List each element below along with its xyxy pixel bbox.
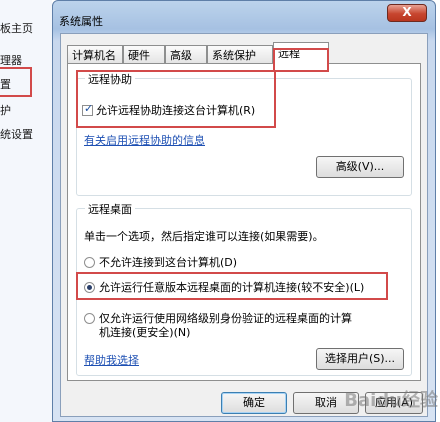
dialog-client-area: 计算机名 硬件 高级 系统保护 远程 远程协助 ✓ 允许远程协助连接这台计算机(R…: [60, 33, 428, 417]
remote-tab-page: 远程协助 ✓ 允许远程协助连接这台计算机(R) 有关启用远程协助的信息 高级(V)…: [67, 63, 421, 381]
allow-remote-assistance-label: 允许远程协助连接这台计算机(R): [96, 104, 256, 117]
select-users-button[interactable]: 选择用户(S)...: [316, 348, 404, 370]
radio-allow-any-label: 允许运行任意版本远程桌面的计算机连接(较不安全)(L): [99, 281, 365, 294]
check-icon: ✓: [84, 102, 94, 115]
help-me-choose-link[interactable]: 帮助我选择: [84, 352, 139, 368]
sidebar-item-device-manager[interactable]: 理器: [0, 52, 22, 68]
tab-computer-name[interactable]: 计算机名: [67, 45, 123, 64]
tab-system-protection[interactable]: 系统保护: [207, 45, 273, 64]
allow-remote-assistance-checkbox[interactable]: ✓ 允许远程协助连接这台计算机(R): [82, 102, 255, 118]
radio-circle[interactable]: [84, 313, 95, 324]
radio-selected-dot: [87, 285, 92, 290]
system-properties-dialog: 系统属性 X 计算机名 硬件 高级 系统保护 远程 远程协助 ✓ 允许远程协助连接…: [52, 0, 436, 422]
radio-circle[interactable]: [84, 282, 95, 293]
radio-nla-label-continued: 机连接(更安全)(N): [99, 326, 191, 339]
remote-assistance-info-link[interactable]: 有关启用远程协助的信息: [84, 132, 205, 148]
checkbox-box[interactable]: ✓: [82, 102, 94, 116]
title-bar[interactable]: 系统属性 X: [53, 1, 435, 33]
watermark-text: Baidu经验: [344, 390, 438, 411]
sidebar-item-advanced-settings[interactable]: 统设置: [0, 126, 33, 142]
remote-desktop-description: 单击一个选项，然后指定谁可以连接(如果需要)。: [84, 230, 324, 243]
annotation-highlight-box: [0, 67, 32, 97]
tab-hardware[interactable]: 硬件: [123, 45, 165, 64]
ok-button[interactable]: 确定: [221, 392, 287, 414]
radio-allow-any-version[interactable]: 允许运行任意版本远程桌面的计算机连接(较不安全)(L): [84, 279, 364, 295]
tab-advanced[interactable]: 高级: [165, 45, 207, 64]
close-button[interactable]: X: [387, 4, 427, 22]
radio-circle[interactable]: [84, 257, 95, 268]
annotation-highlight-box: [76, 70, 276, 128]
radio-disallow-connections[interactable]: 不允许连接到这台计算机(D): [84, 254, 237, 270]
sidebar-item-home[interactable]: 板主页: [0, 20, 33, 36]
radio-disallow-label: 不允许连接到这台计算机(D): [99, 256, 238, 269]
sidebar-item-system-protection[interactable]: 护: [0, 102, 11, 118]
advanced-button[interactable]: 高级(V)...: [316, 156, 404, 178]
annotation-highlight-box: [273, 48, 329, 72]
control-panel-sidebar: 板主页 理器 置 护 统设置: [0, 0, 52, 422]
window-title: 系统属性: [59, 15, 103, 28]
remote-desktop-legend: 远程桌面: [85, 201, 135, 217]
